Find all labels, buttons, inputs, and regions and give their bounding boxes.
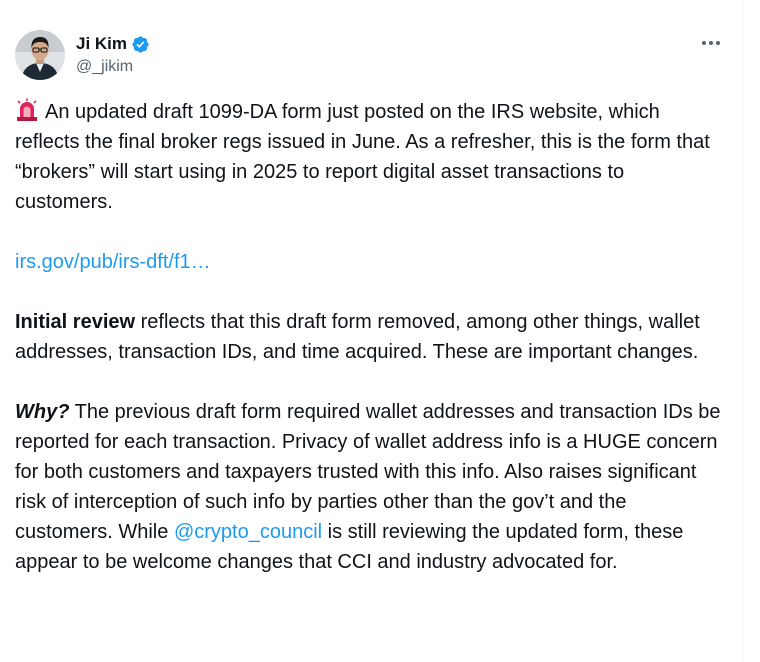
author-handle[interactable]: @_jikim xyxy=(76,58,133,76)
tweet-paragraph-2: Initial review reflects that this draft … xyxy=(15,307,727,367)
tweet-paragraph-1: An updated draft 1099-DA form just poste… xyxy=(15,97,727,217)
author-display-name[interactable]: Ji Kim xyxy=(76,34,127,54)
tweet-link-paragraph: irs.gov/pub/irs-dft/f1… xyxy=(15,247,727,277)
crypto-council-mention[interactable]: @crypto_council xyxy=(174,521,322,543)
more-horizontal-icon xyxy=(702,41,720,45)
tweet-paragraph-3: Why? The previous draft form required wa… xyxy=(15,397,727,577)
tweet-text: An updated draft 1099-DA form just poste… xyxy=(15,97,727,577)
tweet-paragraph-1-text: An updated draft 1099-DA form just poste… xyxy=(15,101,710,213)
column-divider xyxy=(742,0,743,662)
why-label: Why? xyxy=(15,401,70,423)
siren-icon xyxy=(15,98,39,122)
irs-link[interactable]: irs.gov/pub/irs-dft/f1… xyxy=(15,251,211,273)
more-options-button[interactable] xyxy=(696,30,726,56)
avatar[interactable] xyxy=(15,30,65,80)
verified-badge-icon[interactable] xyxy=(131,35,150,54)
author-name-row[interactable]: Ji Kim xyxy=(76,32,150,56)
tweet: Ji Kim @_jikim An updated draft 1099-DA … xyxy=(0,0,742,662)
initial-review-label: Initial review xyxy=(15,311,136,333)
